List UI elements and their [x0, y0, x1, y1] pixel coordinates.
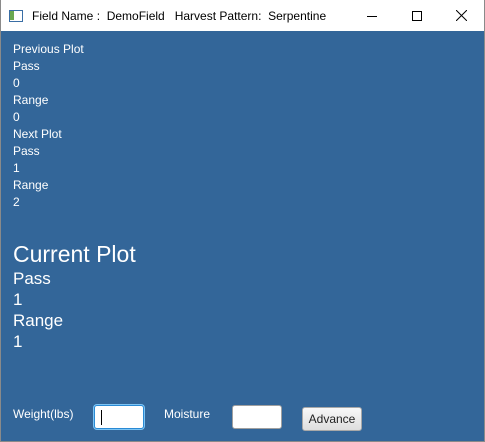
- text-caret: [101, 410, 102, 425]
- next-pass-label: Pass: [13, 144, 40, 158]
- main-content: Previous Plot Pass 0 Range 0 Next Plot P…: [1, 31, 484, 441]
- window-title: Field Name : DemoField Harvest Pattern: …: [32, 8, 327, 23]
- next-range-value: 2: [13, 195, 20, 209]
- current-range-label: Range: [13, 311, 64, 330]
- minimize-button[interactable]: [349, 0, 394, 31]
- window-controls: [349, 0, 484, 31]
- current-range-value: 1: [13, 332, 23, 351]
- close-icon: [456, 10, 467, 21]
- moisture-input[interactable]: [232, 405, 282, 429]
- maximize-icon: [411, 10, 422, 21]
- previous-pass-label: Pass: [13, 59, 40, 73]
- previous-range-value: 0: [13, 110, 20, 124]
- minimize-icon: [366, 15, 377, 17]
- previous-plot-heading: Previous Plot: [13, 42, 84, 56]
- current-pass-label: Pass: [13, 269, 51, 288]
- next-plot-heading: Next Plot: [13, 127, 62, 141]
- plot-info: Previous Plot Pass 0 Range 0 Next Plot P…: [13, 41, 84, 211]
- moisture-label: Moisture: [164, 407, 211, 421]
- previous-pass-value: 0: [13, 76, 20, 90]
- previous-range-label: Range: [13, 93, 49, 107]
- current-pass-value: 1: [13, 290, 23, 309]
- weight-label: Weight(lbs): [13, 407, 74, 421]
- current-plot: Current Plot Pass 1 Range 1: [13, 240, 136, 352]
- advance-button[interactable]: Advance: [302, 407, 362, 431]
- maximize-button[interactable]: [394, 0, 439, 31]
- close-button[interactable]: [439, 0, 484, 31]
- weight-input[interactable]: [94, 405, 144, 429]
- next-range-label: Range: [13, 178, 49, 192]
- app-window: Field Name : DemoField Harvest Pattern: …: [0, 0, 485, 442]
- app-icon: [8, 8, 24, 24]
- current-plot-heading: Current Plot: [13, 241, 136, 267]
- title-bar[interactable]: Field Name : DemoField Harvest Pattern: …: [1, 0, 484, 31]
- next-pass-value: 1: [13, 161, 20, 175]
